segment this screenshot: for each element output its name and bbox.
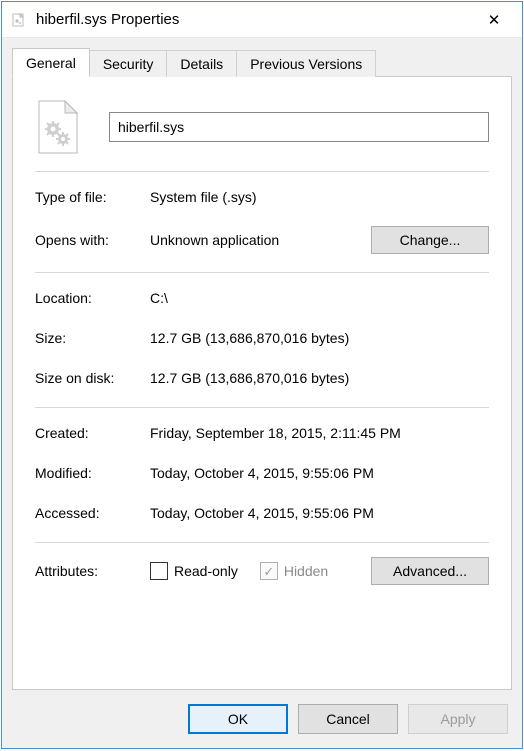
row-created: Created: Friday, September 18, 2015, 2:1…: [35, 422, 489, 444]
client-area: General Security Details Previous Versio…: [2, 38, 522, 748]
filename-input[interactable]: [109, 112, 489, 142]
ok-button[interactable]: OK: [188, 704, 288, 734]
row-type: Type of file: System file (.sys): [35, 186, 489, 208]
tab-security[interactable]: Security: [89, 50, 168, 77]
readonly-checkbox[interactable]: Read-only: [150, 562, 238, 580]
hidden-checkbox: ✓ Hidden: [260, 562, 328, 580]
readonly-label: Read-only: [174, 563, 238, 579]
window-title: hiberfil.sys Properties: [36, 11, 474, 28]
file-icon: [37, 99, 81, 155]
tab-general[interactable]: General: [12, 48, 90, 77]
checkbox-icon: ✓: [260, 562, 278, 580]
modified-label: Modified:: [35, 465, 150, 481]
attributes-label: Attributes:: [35, 563, 150, 579]
row-size: Size: 12.7 GB (13,686,870,016 bytes): [35, 327, 489, 349]
row-accessed: Accessed: Today, October 4, 2015, 9:55:0…: [35, 502, 489, 524]
accessed-label: Accessed:: [35, 505, 150, 521]
change-button[interactable]: Change...: [371, 226, 489, 254]
properties-window: hiberfil.sys Properties ✕ General Securi…: [1, 1, 523, 749]
row-size-on-disk: Size on disk: 12.7 GB (13,686,870,016 by…: [35, 367, 489, 389]
separator: [35, 407, 489, 408]
row-attributes: Attributes: Read-only ✓ Hidden Advanced.…: [35, 557, 489, 585]
file-header-row: [35, 99, 489, 155]
advanced-button[interactable]: Advanced...: [371, 557, 489, 585]
location-label: Location:: [35, 290, 150, 306]
dialog-buttons: OK Cancel Apply: [12, 690, 512, 738]
accessed-value: Today, October 4, 2015, 9:55:06 PM: [150, 505, 489, 521]
size-on-disk-value: 12.7 GB (13,686,870,016 bytes): [150, 370, 489, 386]
titlebar: hiberfil.sys Properties ✕: [2, 2, 522, 38]
created-label: Created:: [35, 425, 150, 441]
opens-with-value: Unknown application: [150, 232, 371, 248]
tab-details[interactable]: Details: [166, 50, 237, 77]
tab-strip: General Security Details Previous Versio…: [12, 46, 512, 76]
row-opens-with: Opens with: Unknown application Change..…: [35, 226, 489, 254]
close-button[interactable]: ✕: [474, 5, 514, 35]
close-icon: ✕: [488, 11, 501, 29]
checkbox-icon: [150, 562, 168, 580]
size-on-disk-label: Size on disk:: [35, 370, 150, 386]
apply-button: Apply: [408, 704, 508, 734]
separator: [35, 171, 489, 172]
hidden-label: Hidden: [284, 563, 328, 579]
separator: [35, 272, 489, 273]
location-value: C:\: [150, 290, 489, 306]
tab-previous-versions[interactable]: Previous Versions: [236, 50, 376, 77]
size-value: 12.7 GB (13,686,870,016 bytes): [150, 330, 489, 346]
separator: [35, 542, 489, 543]
tab-panel-general: Type of file: System file (.sys) Opens w…: [12, 76, 512, 690]
cancel-button[interactable]: Cancel: [298, 704, 398, 734]
created-value: Friday, September 18, 2015, 2:11:45 PM: [150, 425, 489, 441]
row-modified: Modified: Today, October 4, 2015, 9:55:0…: [35, 462, 489, 484]
opens-with-label: Opens with:: [35, 232, 150, 248]
type-label: Type of file:: [35, 189, 150, 205]
type-value: System file (.sys): [150, 189, 489, 205]
window-icon: [10, 11, 28, 29]
size-label: Size:: [35, 330, 150, 346]
modified-value: Today, October 4, 2015, 9:55:06 PM: [150, 465, 489, 481]
row-location: Location: C:\: [35, 287, 489, 309]
